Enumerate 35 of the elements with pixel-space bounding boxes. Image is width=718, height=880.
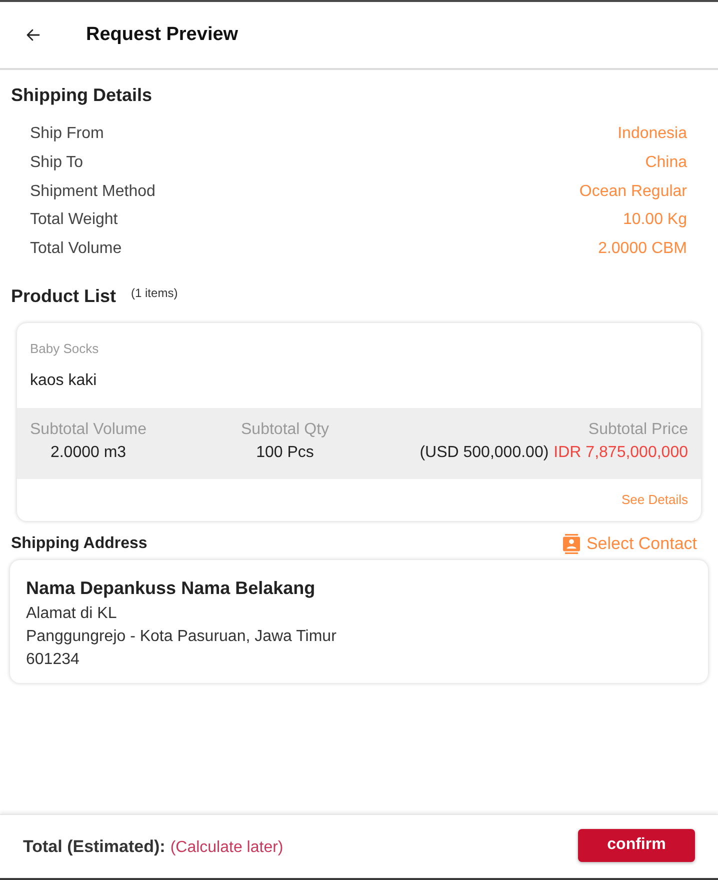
address-line: 601234	[26, 651, 80, 670]
item-count: (1 items)	[131, 286, 178, 300]
detail-value: Ocean Regular	[579, 182, 687, 201]
usd-price: (USD 500,000.00)	[420, 444, 549, 462]
see-details-link[interactable]: See Details	[622, 492, 688, 508]
product-name: kaos kaki	[30, 372, 97, 390]
page-title: Request Preview	[86, 24, 238, 46]
subtotal-value: 100 Pcs	[256, 444, 314, 462]
detail-value: 2.0000 CBM	[598, 240, 687, 258]
idr-price: IDR 7,875,000,000	[554, 444, 688, 462]
subtotal-label: Subtotal Volume	[30, 421, 147, 440]
detail-label: Shipment Method	[30, 182, 156, 201]
detail-label: Total Weight	[30, 211, 118, 230]
subtotal-label: Subtotal Price	[588, 421, 688, 440]
confirm-button[interactable]: confirm	[578, 828, 695, 862]
select-contact-button[interactable]: Select Contact	[563, 534, 697, 554]
total-label: Total (Estimated):	[23, 836, 166, 856]
subtotal-label: Subtotal Qty	[241, 421, 330, 440]
section-title: Shipping Address	[11, 535, 148, 554]
detail-label: Ship From	[30, 125, 104, 144]
address-line: Panggungrejo - Kota Pasuruan, Jawa Timur	[26, 628, 336, 646]
detail-value: Indonesia	[618, 125, 687, 144]
address-line: Alamat di KL	[26, 605, 117, 624]
contact-card-icon	[563, 534, 580, 554]
section-title: Product List	[11, 286, 116, 308]
detail-label: Ship To	[30, 154, 84, 172]
section-title: Shipping Details	[11, 85, 152, 106]
detail-value: China	[645, 154, 687, 172]
subtotal-value: 2.0000 m3	[50, 444, 126, 462]
detail-label: Total Volume	[30, 240, 122, 258]
recipient-name: Nama Depankuss Nama Belakang	[26, 578, 316, 600]
total-value: (Calculate later)	[170, 838, 284, 856]
detail-value: 10.00 Kg	[622, 211, 687, 230]
back-arrow-icon	[26, 29, 40, 41]
product-category: Baby Socks	[30, 341, 99, 356]
